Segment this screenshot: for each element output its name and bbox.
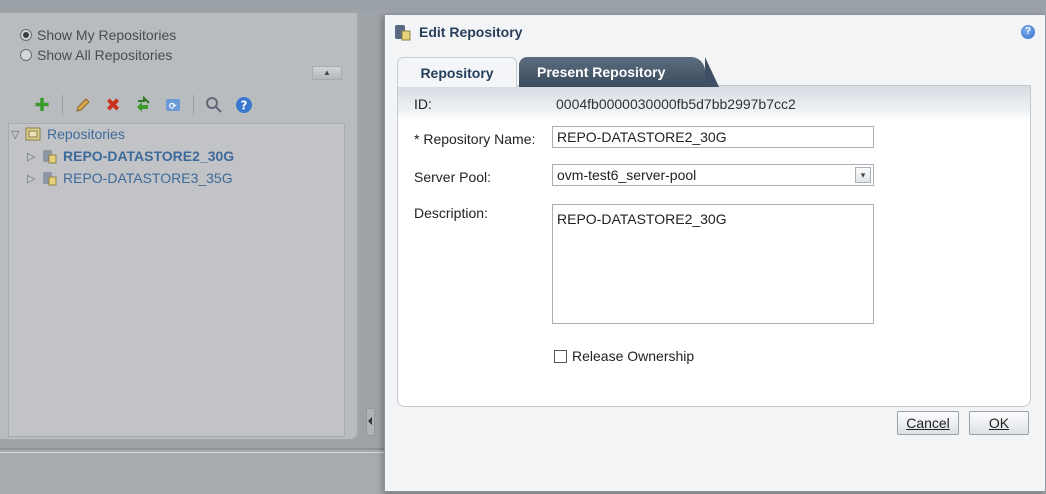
collapsed-triangle-icon[interactable]: ▷ (27, 150, 41, 163)
refresh-arrows-icon[interactable] (133, 95, 153, 115)
add-icon[interactable]: ✚ (32, 95, 52, 115)
ok-button[interactable]: OK (969, 411, 1029, 435)
search-icon[interactable] (204, 95, 224, 115)
repositories-folder-icon (25, 127, 41, 141)
edit-repository-dialog: Edit Repository ? Repository Present Rep… (384, 14, 1046, 492)
chevron-down-icon[interactable]: ▾ (855, 167, 871, 183)
dialog-title-text: Edit Repository (419, 24, 523, 40)
tree-item-label: REPO-DATASTORE3_35G (63, 170, 233, 186)
server-pool-value: ovm-test6_server-pool (557, 167, 697, 183)
collapse-button[interactable]: ▲ (312, 66, 342, 80)
repository-name-input[interactable] (552, 126, 874, 148)
id-value: 0004fb0000030000fb5d7bb2997b7cc2 (556, 96, 796, 112)
repository-tab-panel: ID: 0004fb0000030000fb5d7bb2997b7cc2 * R… (397, 85, 1031, 407)
show-my-repositories-label: Show My Repositories (37, 27, 177, 43)
id-label: ID: (414, 96, 432, 112)
tree-root-repositories[interactable]: ▽ Repositories (11, 126, 125, 142)
radio-selected-icon (20, 29, 32, 41)
tree-toolbar: ✚ ✖ ⟳ ? (32, 95, 254, 115)
edit-pencil-icon[interactable] (73, 95, 93, 115)
server-pool-label: Server Pool: (414, 169, 492, 185)
radio-unselected-icon (20, 49, 32, 61)
dialog-tabs: Repository Present Repository (397, 57, 1037, 87)
repository-name-label: * Repository Name: (414, 131, 536, 147)
database-icon (43, 172, 57, 186)
collapsed-triangle-icon[interactable]: ▷ (27, 172, 41, 185)
repositories-panel: Show My Repositories Show All Repositori… (0, 12, 358, 440)
show-all-repositories-label: Show All Repositories (37, 47, 173, 63)
toolbar-separator (62, 95, 63, 115)
svg-text:?: ? (241, 99, 248, 113)
tree-root-label: Repositories (47, 126, 125, 142)
help-icon[interactable]: ? (234, 95, 254, 115)
tab-repository[interactable]: Repository (397, 57, 517, 87)
repository-tree: ▽ Repositories ▷ REPO-DATASTORE2_30G ▷ R… (8, 123, 345, 437)
repository-icon (395, 25, 411, 41)
dialog-title: Edit Repository (393, 23, 522, 41)
release-ownership-checkbox[interactable]: Release Ownership (554, 348, 694, 364)
bottom-divider (0, 452, 384, 453)
dialog-help-icon[interactable]: ? (1021, 25, 1035, 39)
database-icon (43, 150, 57, 164)
show-all-repositories-radio[interactable]: Show All Repositories (20, 47, 172, 63)
toolbar-separator (193, 95, 194, 115)
svg-text:⟳: ⟳ (169, 102, 177, 112)
delete-icon[interactable]: ✖ (103, 95, 123, 115)
top-bar (0, 0, 1046, 10)
tree-item-label: REPO-DATASTORE2_30G (63, 148, 235, 164)
bottom-bar (0, 448, 384, 494)
sync-icon[interactable]: ⟳ (163, 95, 183, 115)
tab-present-repository[interactable]: Present Repository (519, 57, 719, 87)
cancel-button[interactable]: Cancel (897, 411, 959, 435)
panel-splitter-handle[interactable] (366, 408, 375, 436)
description-label: Description: (414, 205, 488, 221)
show-my-repositories-radio[interactable]: Show My Repositories (20, 27, 176, 43)
tree-item-repository[interactable]: ▷ REPO-DATASTORE3_35G (27, 170, 233, 186)
tree-item-repository[interactable]: ▷ REPO-DATASTORE2_30G (27, 148, 234, 164)
server-pool-select[interactable]: ovm-test6_server-pool ▾ (552, 164, 874, 186)
checkbox-box[interactable] (554, 349, 567, 363)
release-ownership-label: Release Ownership (572, 348, 695, 364)
description-textarea[interactable]: REPO-DATASTORE2_30G (552, 204, 874, 324)
expanded-triangle-icon[interactable]: ▽ (11, 128, 25, 141)
